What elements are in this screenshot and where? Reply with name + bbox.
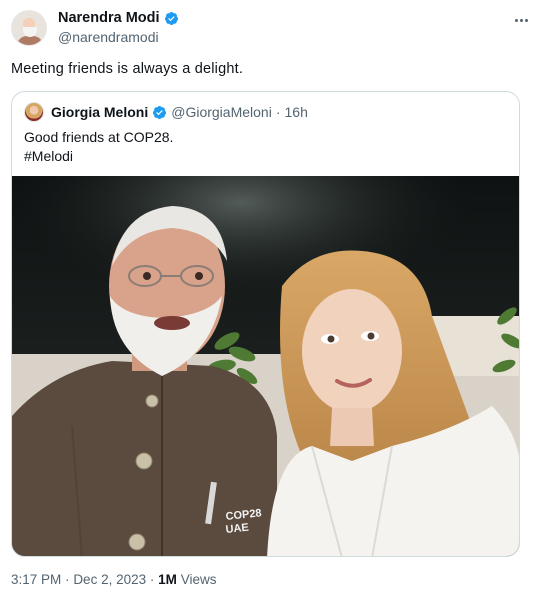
views-count: 1M xyxy=(158,572,177,587)
quoted-photo[interactable]: COP28 UAE xyxy=(12,176,519,556)
tweet-text: Meeting friends is always a delight. xyxy=(11,61,244,77)
pocket-label-line2: UAE xyxy=(225,522,249,536)
verified-badge-icon xyxy=(164,11,178,25)
tweet-date[interactable]: Dec 2, 2023 xyxy=(73,572,146,587)
author-name-row: Narendra Modi xyxy=(58,10,179,26)
quoted-author-name: Giorgia Meloni xyxy=(51,104,149,120)
selfie-image: COP28 UAE xyxy=(12,176,519,556)
quoted-author-handle: @GiorgiaMeloni xyxy=(171,104,272,120)
quoted-tweet-header: Giorgia Meloni @GiorgiaMeloni · 16h xyxy=(24,102,308,122)
quoted-hashtag: #Melodi xyxy=(24,148,74,164)
author-display-name[interactable]: Narendra Modi xyxy=(58,10,160,26)
views-label: Views xyxy=(180,572,217,587)
quoted-tweet-text: Good friends at COP28. #Melodi xyxy=(24,128,173,166)
quoted-author-avatar xyxy=(24,102,44,122)
separator-dot: · xyxy=(149,572,155,587)
quoted-text-line: Good friends at COP28. xyxy=(24,129,174,145)
author-avatar[interactable] xyxy=(11,10,47,46)
tweet-time[interactable]: 3:17 PM xyxy=(11,572,61,587)
tweet-meta: 3:17 PM · Dec 2, 2023 · 1M Views xyxy=(11,572,216,587)
quoted-tweet-time: 16h xyxy=(284,104,308,120)
tweet: Narendra Modi @narendramodi Meeting frie… xyxy=(0,0,553,600)
quoted-tweet[interactable]: Giorgia Meloni @GiorgiaMeloni · 16h Good… xyxy=(11,91,520,557)
more-options-icon[interactable] xyxy=(509,8,533,32)
separator-dot: · xyxy=(65,572,70,587)
verified-badge-icon xyxy=(153,105,167,119)
separator-dot: · xyxy=(275,104,281,120)
author-handle[interactable]: @narendramodi xyxy=(58,29,159,45)
